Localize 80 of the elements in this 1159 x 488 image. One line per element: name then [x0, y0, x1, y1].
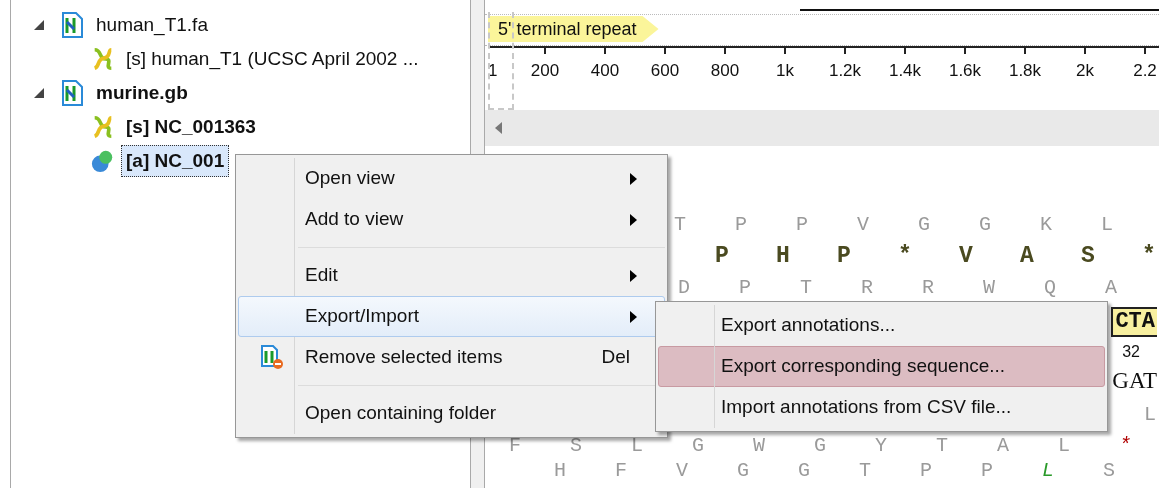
amino-acid: P [714, 245, 730, 267]
menu-item[interactable]: Open view [238, 158, 665, 199]
amino-acid: P [734, 214, 748, 236]
amino-acid: L [630, 435, 644, 457]
amino-acid: G [691, 435, 705, 457]
ruler-label: 1.6k [947, 60, 983, 82]
ruler-label: 1.2k [827, 60, 863, 82]
spheres-icon [91, 148, 115, 174]
amino-acid: T [858, 460, 872, 482]
amino-acid: L [1100, 214, 1114, 236]
menu-item[interactable]: Edit [238, 255, 665, 296]
tree-item[interactable]: [s] human_T1 (UCSC April 2002 ... [121, 42, 424, 76]
amino-acid: Q [1043, 277, 1057, 299]
amino-acid: V [675, 460, 689, 482]
position-label: 32 [1122, 341, 1140, 362]
amino-acid: T [799, 277, 813, 299]
amino-acid: D [677, 277, 691, 299]
amino-acid: F [508, 435, 522, 457]
menu-item[interactable]: Export/Import [238, 296, 665, 337]
file-icon [61, 80, 85, 106]
amino-acid: F [614, 460, 628, 482]
sequence-bases: GAT [1112, 367, 1157, 396]
amino-acid: R [921, 277, 935, 299]
amino-acid: * [1141, 245, 1157, 267]
scrollbar[interactable] [485, 110, 1159, 146]
amino-acid: P [980, 460, 994, 482]
ruler-label: 800 [709, 60, 741, 82]
amino-acid: A [1019, 245, 1035, 267]
amino-acid: H [775, 245, 791, 267]
amino-acid: L [1041, 460, 1055, 482]
amino-acid: S [569, 435, 583, 457]
ruler-label: 200 [529, 60, 561, 82]
amino-acid: T [935, 435, 949, 457]
ruler-label: 1 [488, 60, 499, 82]
amino-acid: W [752, 435, 766, 457]
amino-acid: W [982, 277, 996, 299]
amino-acid: S [1080, 245, 1096, 267]
amino-acid: G [797, 460, 811, 482]
amino-acid: Y [874, 435, 888, 457]
scroll-left-icon[interactable] [495, 122, 503, 134]
amino-acid: G [813, 435, 827, 457]
amino-acid: P [738, 277, 752, 299]
amino-acid: G [736, 460, 750, 482]
ruler-label: 2k [1075, 60, 1095, 82]
amino-acid: T [673, 214, 687, 236]
tree-item[interactable]: [a] NC_001 [121, 144, 230, 178]
ruler-label: 400 [589, 60, 621, 82]
ruler-label: 1k [775, 60, 795, 82]
amino-acid: * [1118, 435, 1132, 457]
amino-acid: H [553, 460, 567, 482]
ruler-label: 1.8k [1007, 60, 1043, 82]
amino-acid: A [996, 435, 1010, 457]
amino-acid: V [856, 214, 870, 236]
amino-acid: P [795, 214, 809, 236]
menu-item[interactable]: Import annotations from CSV file... [658, 387, 1105, 428]
ruler-label: 1.4k [887, 60, 923, 82]
expanded-icon[interactable] [33, 87, 45, 99]
amino-acid: L [1144, 401, 1156, 428]
expanded-icon[interactable] [33, 19, 45, 31]
amino-acid: K [1039, 214, 1053, 236]
sequence-bases: CTA [1111, 306, 1157, 337]
amino-acid: V [958, 245, 974, 267]
annotation-feature[interactable]: 5' terminal repeat [488, 16, 659, 42]
amino-acid: G [917, 214, 931, 236]
amino-acid: * [897, 245, 913, 267]
menu-item[interactable]: Add to view [238, 199, 665, 240]
amino-acid: R [860, 277, 874, 299]
ruler-label: 2.2 [1132, 60, 1158, 82]
amino-acid: L [1057, 435, 1071, 457]
ruler-label: 600 [649, 60, 681, 82]
tree-item[interactable]: human_T1.fa [91, 8, 213, 42]
amino-acid: S [1102, 460, 1116, 482]
tree-item[interactable]: [s] NC_001363 [121, 110, 261, 144]
tree-item[interactable]: murine.gb [91, 76, 193, 110]
menu-item[interactable]: Export corresponding sequence... [658, 346, 1105, 387]
amino-acid: G [978, 214, 992, 236]
amino-acid: A [1104, 277, 1118, 299]
file-icon [61, 12, 85, 38]
amino-acid: P [836, 245, 852, 267]
amino-acid: P [919, 460, 933, 482]
